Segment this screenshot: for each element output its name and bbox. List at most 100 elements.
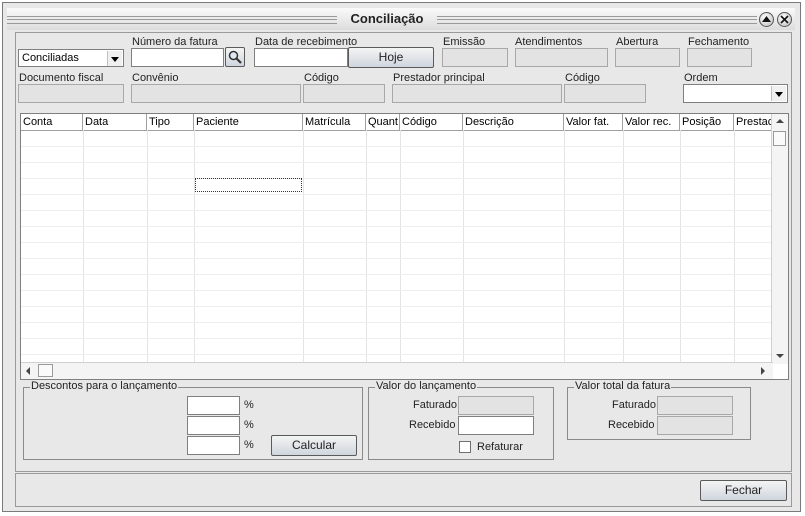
abertura-label: Abertura — [616, 36, 659, 48]
title-bar[interactable]: Conciliação — [7, 8, 795, 30]
descontos-group: Descontos para o lançamento % % % Calcul… — [23, 380, 363, 460]
grid-column-line — [623, 130, 624, 362]
total-faturado-label: Faturado — [612, 399, 657, 411]
fechar-button[interactable]: Fechar — [700, 480, 787, 501]
percent-label-3: % — [244, 439, 254, 451]
status-select[interactable]: Conciliadas — [18, 49, 124, 67]
data-recebimento-input[interactable] — [254, 48, 348, 67]
grid-row-line — [21, 178, 773, 179]
grid-column-line — [303, 130, 304, 362]
grid-row-line — [21, 354, 773, 355]
desconto-input-1[interactable] — [187, 396, 240, 415]
valor-lancamento-group: Valor do lançamento Faturado Recebido Re… — [368, 380, 554, 460]
data-recebimento-label: Data de recebimento — [255, 36, 358, 48]
minimize-button[interactable] — [759, 12, 774, 27]
percent-label-1: % — [244, 399, 254, 411]
ordem-label: Ordem — [684, 72, 718, 84]
grid-row-line — [21, 226, 773, 227]
close-icon — [780, 15, 789, 24]
prestador-principal-field — [392, 84, 562, 103]
total-recebido-label: Recebido — [608, 419, 655, 431]
fechamento-label: Fechamento — [688, 36, 750, 48]
column-header-posicao[interactable]: Posição — [680, 114, 734, 130]
valor-lancamento-title: Valor do lançamento — [375, 380, 478, 392]
atendimentos-field — [515, 48, 608, 67]
refaturar-label: Refaturar — [477, 441, 523, 453]
abertura-field — [615, 48, 680, 67]
close-button[interactable] — [777, 12, 792, 27]
status-select-value: Conciliadas — [22, 52, 79, 64]
emissao-label: Emissão — [443, 36, 486, 48]
total-recebido-field — [657, 416, 733, 435]
refaturar-checkbox[interactable] — [459, 441, 471, 453]
footer-panel — [15, 473, 792, 507]
column-header-conta[interactable]: Conta — [21, 114, 83, 130]
desconto-input-3[interactable] — [187, 436, 240, 455]
lancamento-recebido-label: Recebido — [409, 419, 456, 431]
title-bar-grip-right — [437, 16, 757, 24]
grid-row-line — [21, 290, 773, 291]
descontos-title: Descontos para o lançamento — [30, 380, 179, 392]
chevron-down-icon[interactable] — [771, 86, 786, 101]
search-icon — [228, 50, 242, 64]
scroll-left-icon[interactable] — [26, 367, 30, 375]
convenio-field — [131, 84, 301, 103]
grid-row-line — [21, 322, 773, 323]
codigo-convenio-field — [303, 84, 385, 103]
column-header-paciente[interactable]: Paciente — [194, 114, 303, 130]
grid-column-line — [194, 130, 195, 362]
column-header-quant[interactable]: Quant. — [366, 114, 400, 130]
column-header-valor-fat[interactable]: Valor fat. — [564, 114, 623, 130]
conciliacao-window: Conciliação Conciliadas Número da fatura… — [2, 2, 801, 512]
column-header-matricula[interactable]: Matrícula — [303, 114, 366, 130]
grid-row-line — [21, 162, 773, 163]
vertical-scroll-thumb[interactable] — [773, 131, 786, 146]
grid-column-line — [680, 130, 681, 362]
scroll-down-icon[interactable] — [776, 354, 784, 358]
codigo-prestador-field — [564, 84, 646, 103]
column-header-descricao[interactable]: Descrição — [463, 114, 564, 130]
calcular-button[interactable]: Calcular — [271, 435, 357, 456]
window-title: Conciliação — [337, 8, 437, 30]
column-header-tipo[interactable]: Tipo — [147, 114, 194, 130]
prestador-principal-label: Prestador principal — [393, 72, 485, 84]
lancamento-recebido-input[interactable] — [458, 416, 534, 435]
grid-header: Conta Data Tipo Paciente Matrícula Quant… — [21, 114, 773, 131]
collapse-up-icon — [762, 16, 771, 22]
lancamento-faturado-field — [458, 396, 534, 415]
atendimentos-label: Atendimentos — [515, 36, 583, 48]
search-button[interactable] — [225, 47, 245, 67]
lancamentos-grid[interactable]: Conta Data Tipo Paciente Matrícula Quant… — [20, 113, 789, 380]
convenio-label: Convênio — [132, 72, 179, 84]
total-faturado-field — [657, 396, 733, 415]
numero-fatura-input[interactable] — [131, 48, 224, 67]
column-header-codigo[interactable]: Código — [400, 114, 463, 130]
numero-fatura-label: Número da fatura — [132, 36, 218, 48]
vertical-scrollbar[interactable] — [771, 114, 788, 364]
ordem-select[interactable] — [683, 84, 788, 103]
grid-column-line — [147, 130, 148, 362]
horizontal-scroll-thumb[interactable] — [38, 364, 53, 377]
scroll-right-icon[interactable] — [761, 367, 765, 375]
desconto-input-2[interactable] — [187, 416, 240, 435]
grid-column-line — [564, 130, 565, 362]
grid-column-line — [463, 130, 464, 362]
hoje-button[interactable]: Hoje — [348, 47, 434, 68]
fechamento-field — [687, 48, 752, 67]
grid-row-line — [21, 242, 773, 243]
scroll-up-icon[interactable] — [776, 119, 784, 123]
grid-column-line — [366, 130, 367, 362]
grid-row-line — [21, 306, 773, 307]
grid-column-line — [83, 130, 84, 362]
horizontal-scrollbar[interactable] — [21, 362, 773, 379]
chevron-down-icon[interactable] — [107, 51, 122, 66]
focused-cell[interactable] — [195, 178, 302, 192]
codigo-convenio-label: Código — [304, 72, 339, 84]
column-header-valor-rec[interactable]: Valor rec. — [623, 114, 680, 130]
title-bar-grip-left — [7, 16, 337, 24]
grid-row-line — [21, 338, 773, 339]
percent-label-2: % — [244, 419, 254, 431]
valor-total-title: Valor total da fatura — [574, 380, 672, 392]
column-header-prestador[interactable]: Prestac — [734, 114, 773, 130]
column-header-data[interactable]: Data — [83, 114, 147, 130]
